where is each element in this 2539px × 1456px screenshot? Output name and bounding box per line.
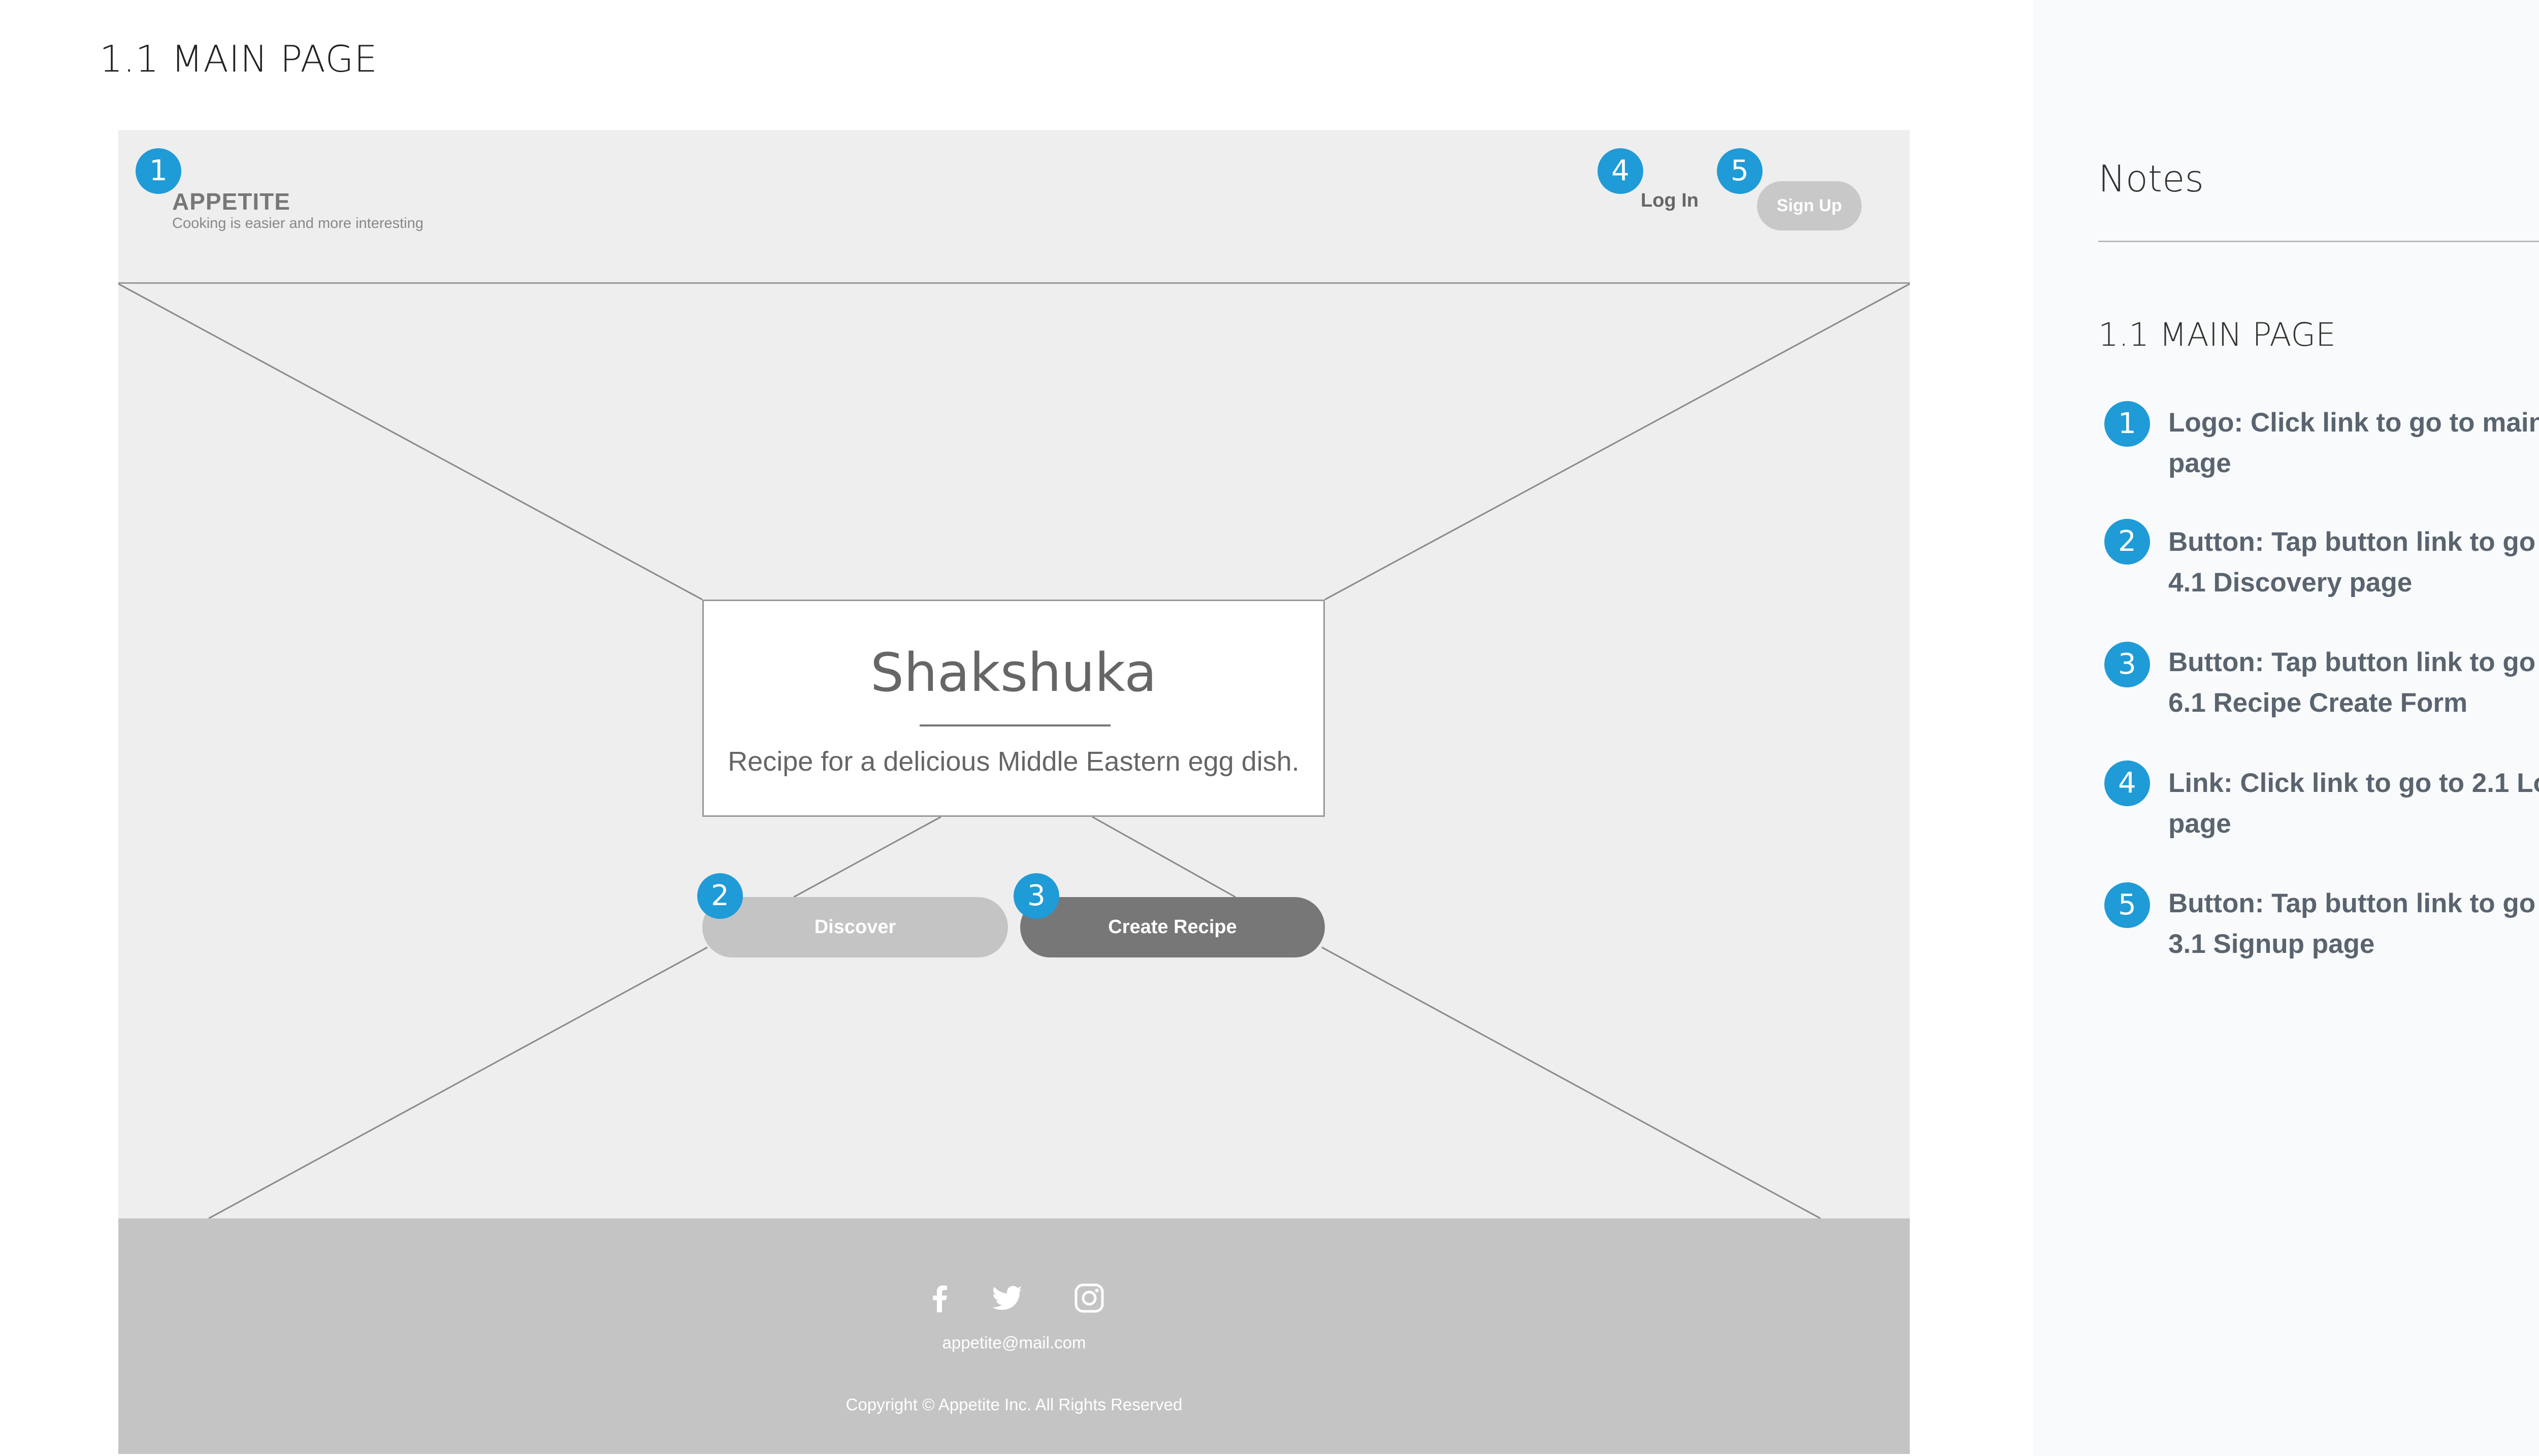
twitter-icon[interactable] — [992, 1282, 1024, 1314]
notes-section-title: 1.1 MAIN PAGE — [2098, 316, 2336, 353]
hero-divider — [920, 724, 1111, 726]
footer-copyright: Copyright © Appetite Inc. All Rights Res… — [845, 1395, 1183, 1414]
discover-button[interactable]: Discover — [702, 897, 1008, 957]
note-text: Link: Click link to go to 2.1 Login page — [2168, 768, 2539, 839]
note-marker: 2 — [2104, 519, 2150, 565]
note-marker: 5 — [2104, 882, 2150, 928]
notes-title: Notes — [2098, 157, 2204, 200]
create-recipe-button[interactable]: Create Recipe — [1020, 897, 1325, 957]
instagram-icon[interactable] — [1073, 1282, 1105, 1314]
annotation-marker-create: 3 — [1014, 873, 1059, 919]
page-title: 1.1 MAIN PAGE — [100, 38, 378, 80]
note-marker: 1 — [2104, 401, 2150, 447]
footer-email[interactable]: appetite@mail.com — [118, 1333, 1910, 1352]
note-text: Button: Tap button link to go to 3.1 Sig… — [2168, 888, 2539, 959]
notes-panel: Notes 1.1 MAIN PAGE 1 Logo: Click link t… — [2033, 0, 2539, 1456]
hero-card: Shakshuka Recipe for a delicious Middle … — [702, 600, 1325, 817]
hero-title: Shakshuka — [870, 642, 1157, 704]
note-text: Button: Tap button link to go to 4.1 Dis… — [2168, 527, 2539, 598]
annotation-marker-discover: 2 — [697, 873, 743, 919]
note-marker: 4 — [2104, 760, 2150, 806]
annotation-marker-logo: 1 — [136, 148, 181, 194]
annotation-marker-signup: 5 — [1717, 148, 1763, 194]
facebook-icon[interactable] — [924, 1282, 956, 1314]
note-text: Button: Tap button link to go to 6.1 Rec… — [2168, 647, 2539, 718]
annotation-marker-login: 4 — [1598, 148, 1643, 194]
notes-divider — [2098, 241, 2539, 242]
hero-subtitle: Recipe for a delicious Middle Eastern eg… — [728, 746, 1299, 777]
note-text: Logo: Click link to go to main page — [2168, 408, 2539, 478]
note-marker: 3 — [2104, 642, 2150, 687]
wireframe-canvas: APPETITE Cooking is easier and more inte… — [118, 130, 1910, 1454]
wireframe-footer: appetite@mail.com Copyright © Appetite I… — [118, 1218, 1910, 1454]
